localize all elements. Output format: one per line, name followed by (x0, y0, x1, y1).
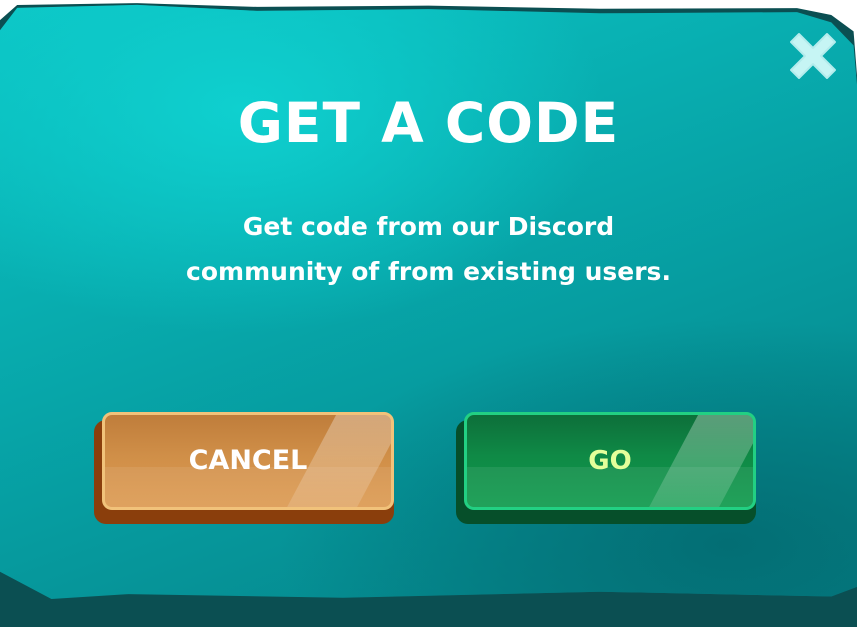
cancel-button-label: CANCEL (188, 445, 308, 476)
dialog-title: GET A CODE (237, 91, 620, 155)
close-button[interactable] (785, 28, 841, 84)
go-button-label: GO (588, 446, 632, 476)
cancel-button[interactable]: CANCEL (94, 412, 400, 524)
dialog-message: Get code from our Discord community of f… (0, 204, 857, 294)
dialog-message-line-1: Get code from our Discord (242, 212, 615, 241)
dialog-message-line-2: community of from existing users. (186, 257, 671, 286)
go-button[interactable]: GO (456, 412, 762, 524)
close-x-icon (790, 33, 836, 79)
screen: GET A CODE Get code from our Discord com… (0, 0, 857, 627)
